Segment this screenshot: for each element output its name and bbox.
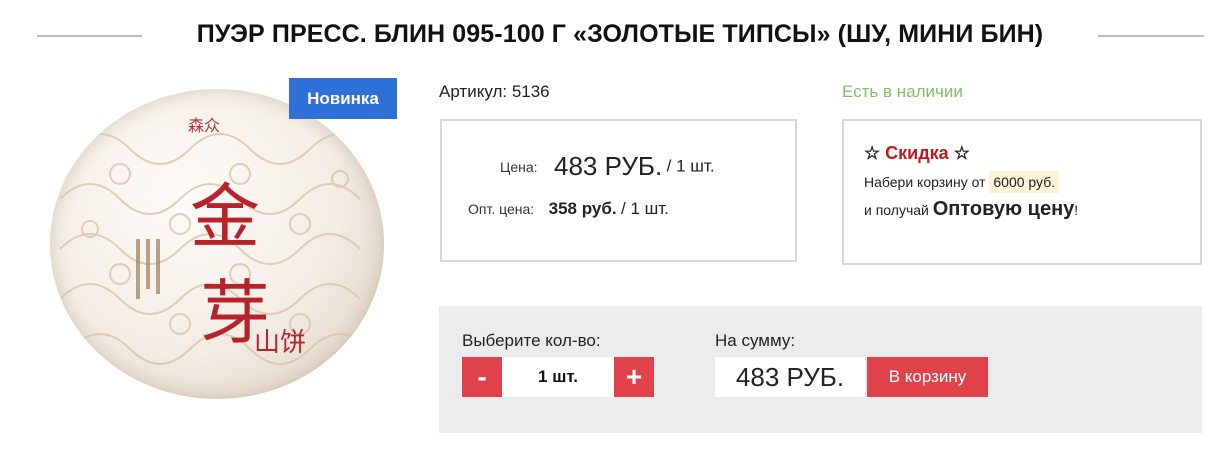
char-gold: 金 [190, 176, 260, 258]
discount-benefit-bold: Оптовую цену [932, 198, 1075, 220]
quantity-label: Выберите кол-во: [462, 331, 601, 350]
quantity-field[interactable]: 1 шт. [502, 357, 614, 397]
title-row: ПУЭР ПРЕСС. БЛИН 095-100 Г «ЗОЛОТЫЕ ТИПС… [0, 14, 1223, 58]
new-badge: Новинка [289, 78, 397, 119]
sum-value: 483 РУБ. [715, 357, 865, 397]
price-label: Цена: [500, 158, 538, 175]
discount-box: ☆ Скидка ☆ Набери корзину от 6000 руб. и… [842, 119, 1202, 265]
retail-price-row: Цена: 483 РУБ. / 1 шт. [500, 151, 715, 182]
title-divider-right [1098, 35, 1204, 37]
quantity-increase-button[interactable]: + [614, 357, 654, 397]
discount-threshold-amount: 6000 руб. [989, 171, 1060, 193]
discount-benefit-suffix: ! [1074, 202, 1079, 218]
discount-threshold-line: Набери корзину от 6000 руб. [864, 171, 1200, 193]
char-cake: 山饼 [254, 328, 306, 358]
star-icon: ☆ [864, 143, 881, 163]
tea-cake-pattern: 森众 金 芽 山饼 [59, 116, 371, 365]
discount-benefit-prefix: и получай [864, 202, 933, 218]
buy-panel: Выберите кол-во: На сумму: - 1 шт. + 483… [439, 306, 1202, 433]
price-unit: / 1 шт. [666, 156, 715, 176]
price-box: Цена: 483 РУБ. / 1 шт. Опт. цена: 358 ру… [440, 119, 797, 262]
wholesale-price-row: Опт. цена: 358 руб. / 1 шт. [468, 199, 669, 219]
opt-price-label: Опт. цена: [468, 201, 535, 217]
discount-title: ☆ Скидка ☆ [864, 143, 1200, 164]
sku-label: Артикул: 5136 [439, 82, 550, 101]
opt-price-value: 358 руб. [548, 199, 617, 218]
discount-benefit-line: и получай Оптовую цену! [864, 198, 1200, 221]
price-value: 483 РУБ. [554, 151, 663, 181]
discount-heading: Скидка [885, 143, 949, 163]
page-title: ПУЭР ПРЕСС. БЛИН 095-100 Г «ЗОЛОТЫЕ ТИПС… [196, 20, 1044, 48]
opt-price-unit: / 1 шт. [621, 199, 669, 218]
star-icon: ☆ [953, 143, 970, 163]
sum-label: На сумму: [715, 331, 796, 350]
stock-status: Есть в наличии [842, 82, 963, 101]
add-to-cart-button[interactable]: В корзину [867, 357, 988, 397]
brand-mark: 森众 [188, 116, 220, 135]
product-image[interactable]: 森众 金 芽 山饼 [40, 75, 400, 405]
discount-threshold-text: Набери корзину от [864, 174, 990, 190]
title-divider-left [37, 35, 142, 37]
tea-cake-photo: 森众 金 芽 山饼 [50, 89, 384, 399]
quantity-decrease-button[interactable]: - [462, 357, 502, 397]
